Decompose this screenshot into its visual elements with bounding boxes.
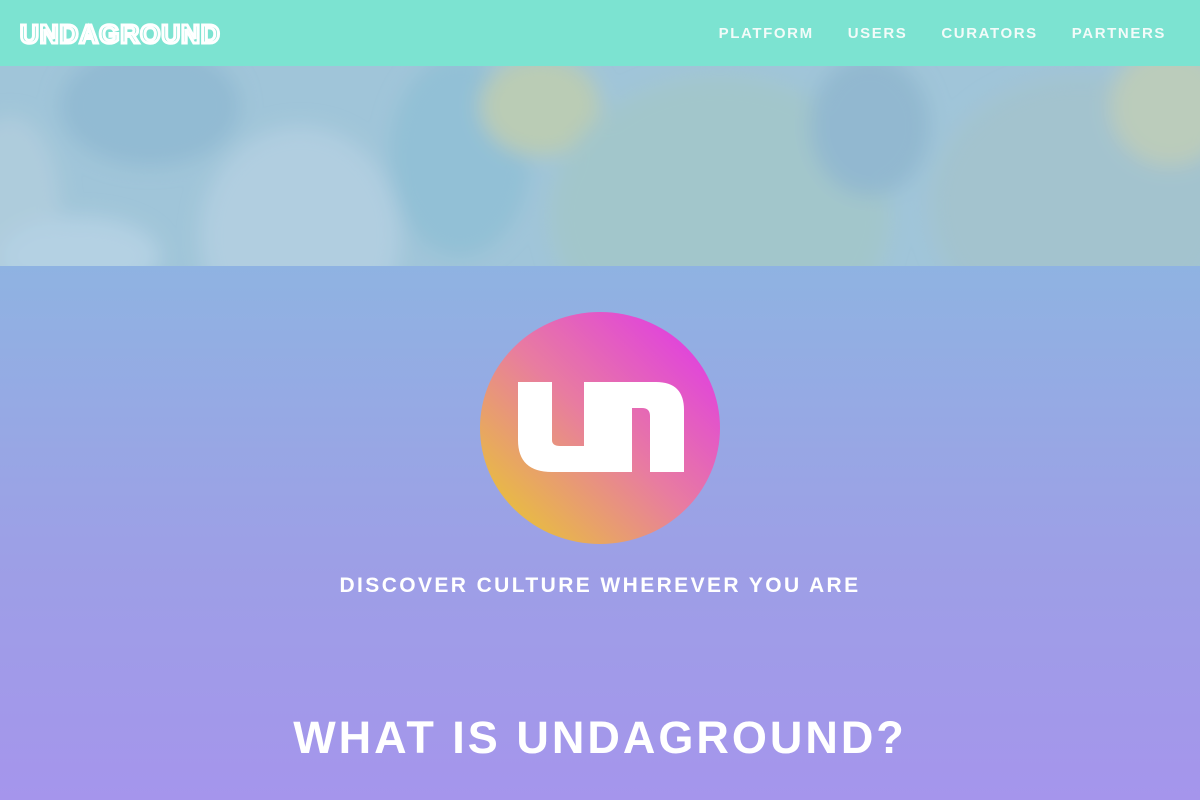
logo-text: UNDAGROUND	[20, 19, 221, 49]
blurred-crowd-image	[0, 66, 1200, 266]
hero-photo-band	[0, 66, 1200, 266]
nav-platform[interactable]: PLATFORM	[719, 25, 814, 42]
nav-curators[interactable]: CURATORS	[941, 25, 1037, 42]
main-nav: PLATFORM USERS CURATORS PARTNERS	[719, 0, 1166, 66]
brand-logo-circle	[480, 312, 720, 544]
section-heading: WHAT IS UNDAGROUND?	[293, 712, 907, 763]
tagline: DISCOVER CULTURE WHEREVER YOU ARE	[339, 574, 861, 597]
undaground-logo[interactable]: UNDAGROUND	[18, 18, 230, 50]
landing-page: UNDAGROUND PLATFORM USERS CURATORS PARTN…	[0, 0, 1200, 800]
nav-users[interactable]: USERS	[848, 25, 908, 42]
site-header: UNDAGROUND PLATFORM USERS CURATORS PARTN…	[0, 0, 1200, 66]
nav-partners[interactable]: PARTNERS	[1072, 25, 1166, 42]
